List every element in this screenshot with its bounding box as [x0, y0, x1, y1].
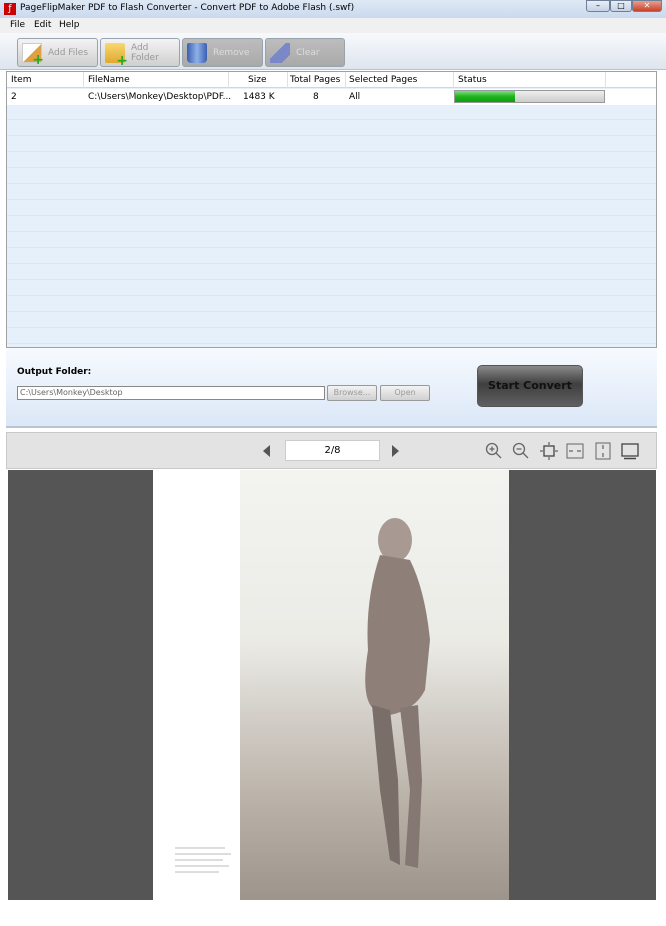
col-size[interactable]: Size: [248, 75, 266, 85]
remove-button[interactable]: Remove: [182, 38, 263, 67]
cell-total-pages: 8: [313, 92, 319, 102]
add-folder-icon: +: [105, 42, 128, 68]
output-folder-input[interactable]: C:\Users\Monkey\Desktop: [17, 386, 325, 400]
trash-icon: [187, 42, 207, 63]
next-page-icon[interactable]: [392, 445, 400, 457]
progress-fill: [455, 91, 515, 102]
add-folder-label: Add Folder: [130, 42, 159, 63]
zoom-out-icon[interactable]: [512, 442, 530, 460]
pdf-page: [153, 470, 509, 900]
add-files-button[interactable]: + Add Files: [17, 38, 98, 67]
pdf-viewer[interactable]: [8, 470, 656, 900]
open-button[interactable]: Open: [380, 385, 430, 401]
clear-label: Clear: [296, 47, 320, 58]
fit-page-icon[interactable]: [540, 442, 558, 460]
full-screen-icon[interactable]: [621, 442, 639, 460]
add-folder-button[interactable]: + Add Folder: [100, 38, 180, 68]
close-button[interactable]: ✕: [632, 0, 662, 12]
toolbar: + Add Files + Add Folder Remove Clear: [0, 33, 666, 70]
maximize-button[interactable]: □: [610, 0, 632, 12]
cell-filename: C:\Users\Monkey\Desktop\PDF...: [88, 92, 232, 102]
add-file-icon: +: [22, 42, 44, 67]
cell-size: 1483 K: [243, 92, 275, 102]
menu-file[interactable]: File: [10, 20, 25, 30]
browse-button[interactable]: Browse...: [327, 385, 377, 401]
minimize-button[interactable]: –: [586, 0, 610, 12]
col-selected-pages[interactable]: Selected Pages: [349, 75, 417, 85]
col-status[interactable]: Status: [458, 75, 487, 85]
col-total-pages[interactable]: Total Pages: [290, 75, 340, 85]
zoom-in-icon[interactable]: [485, 442, 503, 460]
viewer-toolbar: 2/8: [6, 432, 657, 469]
menu-bar: File Edit Help: [0, 18, 666, 33]
page-caption-text: [175, 847, 231, 873]
table-header: Item FileName Size Total Pages Selected …: [7, 72, 656, 88]
output-folder-label: Output Folder:: [17, 367, 92, 377]
page-photo: [240, 470, 509, 900]
clear-button[interactable]: Clear: [265, 38, 345, 67]
table-row[interactable]: 2 C:\Users\Monkey\Desktop\PDF... 1483 K …: [7, 89, 656, 105]
file-table: Item FileName Size Total Pages Selected …: [6, 71, 657, 348]
app-icon: ƒ: [4, 3, 16, 15]
menu-help[interactable]: Help: [59, 20, 80, 30]
fit-height-icon[interactable]: [594, 442, 612, 460]
start-convert-button[interactable]: Start Convert: [477, 365, 583, 407]
fit-width-icon[interactable]: [566, 442, 584, 460]
page-indicator-input[interactable]: 2/8: [285, 440, 380, 461]
remove-label: Remove: [213, 47, 250, 58]
status-progress-bar: [454, 90, 605, 103]
prev-page-icon[interactable]: [263, 445, 271, 457]
col-item[interactable]: Item: [11, 75, 32, 85]
col-filename[interactable]: FileName: [88, 75, 130, 85]
menu-edit[interactable]: Edit: [34, 20, 51, 30]
figure-silhouette: [365, 518, 430, 868]
cell-selected-pages: All: [349, 92, 361, 102]
broom-icon: [270, 42, 290, 63]
output-panel: Output Folder: C:\Users\Monkey\Desktop B…: [6, 348, 657, 428]
cell-item: 2: [11, 92, 17, 102]
title-bar: ƒ PageFlipMaker PDF to Flash Converter -…: [0, 0, 666, 18]
window-title: PageFlipMaker PDF to Flash Converter - C…: [20, 3, 355, 13]
add-files-label: Add Files: [48, 47, 89, 58]
